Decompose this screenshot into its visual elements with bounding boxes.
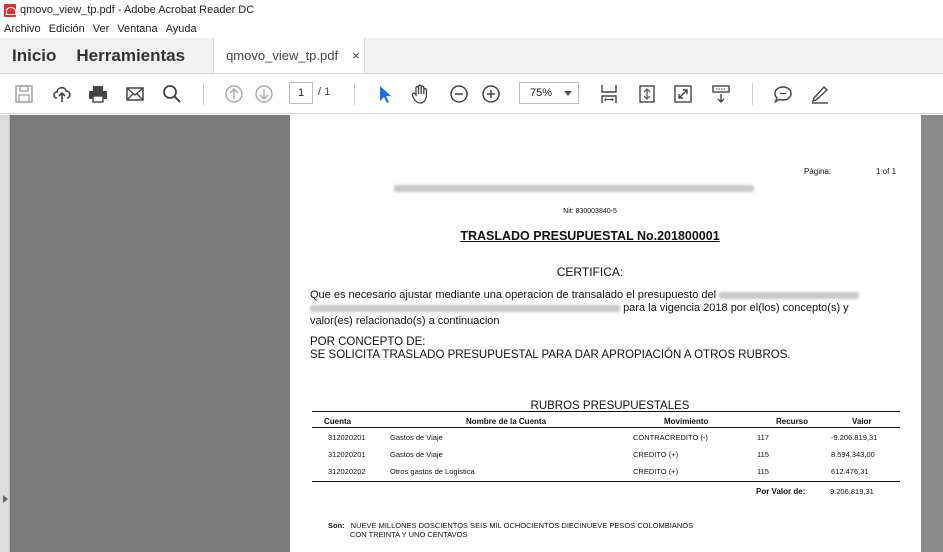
menu-edicion[interactable]: Edición [49,23,85,35]
menu-archivo[interactable]: Archivo [4,23,41,35]
window-title: qmovo_view_tp.pdf - Adobe Acrobat Reader… [20,4,255,16]
fit-width-icon[interactable] [597,82,621,106]
row-movimiento: CREDITO (+) [633,450,679,459]
row-movimiento: CREDITO (+) [633,467,679,476]
row-nombre: Gastos de Viaje [390,433,443,442]
zoom-out-icon[interactable] [447,82,471,106]
total-label: Por Valor de: [756,487,806,496]
menu-ventana[interactable]: Ventana [117,23,157,35]
comment-icon[interactable] [771,82,795,106]
table-row: 312020201 Gastos de Viaje CONTRACREDITO … [290,433,921,447]
row-recurso: 117 [757,433,769,442]
zoom-value: 75% [530,87,553,99]
page-down-icon[interactable] [252,82,276,106]
row-recurso: 115 [757,467,769,476]
concepto-text: SE SOLICITA TRASLADO PRESUPUESTAL PARA D… [310,349,791,361]
header-movimiento: Movimiento [664,417,709,426]
tab-document-label: qmovo_view_tp.pdf [226,48,339,63]
save-icon[interactable] [12,82,36,106]
redacted-company-name [394,185,754,192]
son-line-1: NUEVE MILLONES DOSCIENTOS SEIS MIL OCHOC… [350,521,694,530]
row-nombre: Otros gastos de Logistica [390,467,475,476]
right-panel-strip [921,115,943,552]
body-line-1: Que es necesario ajustar mediante una op… [310,289,717,301]
chevron-down-icon [564,91,572,96]
page-up-icon[interactable] [222,82,246,106]
fullscreen-icon[interactable] [671,82,695,106]
tab-document[interactable]: qmovo_view_tp.pdf × [213,38,366,73]
page-number-input[interactable]: 1 [289,82,313,104]
header-nombre: Nombre de la Cuenta [466,417,547,426]
menu-ayuda[interactable]: Ayuda [166,23,197,35]
print-icon[interactable] [86,82,110,106]
header-valor: Valor [852,417,872,426]
concepto-section: POR CONCEPTO DE: SE SOLICITA TRASLADO PR… [310,336,900,362]
table-header-rule [312,427,900,428]
email-icon[interactable] [123,82,147,106]
row-cuenta: 312020201 [328,450,366,459]
amount-in-words: Son: NUEVE MILLONES DOSCIENTOS SEIS MIL O… [328,521,693,539]
row-movimiento: CONTRACREDITO (-) [633,433,708,442]
row-valor: 612.476,31 [831,467,869,476]
son-label: Son: [328,521,345,530]
table-row: 312020202 Otros gastos de Logistica CRED… [290,467,921,481]
title-bar: qmovo_view_tp.pdf - Adobe Acrobat Reader… [0,0,943,20]
body-line-2: para la vigencia 2018 por el(los) concep… [623,302,849,314]
toolbar [0,74,943,114]
tab-inicio[interactable]: Inicio [0,38,66,73]
left-panel-toggle-strip[interactable] [0,115,10,552]
table-bottom-rule [312,481,900,482]
header-recurso: Recurso [776,417,809,426]
total-value: 9.206.819,31 [830,487,874,496]
tab-bar: Inicio Herramientas qmovo_view_tp.pdf × [0,38,943,74]
table-top-rule [312,411,900,412]
menu-ver[interactable]: Ver [93,23,110,35]
header-cuenta: Cuenta [324,417,352,426]
son-line-2: CON TREINTA Y UNO CENTAVOS [350,530,468,539]
body-paragraph: Que es necesario ajustar mediante una op… [310,289,900,328]
hand-icon[interactable] [408,82,432,106]
por-concepto-label: POR CONCEPTO DE: [310,336,426,348]
table-row: 312020201 Gastos de Viaje CREDITO (+) 11… [290,450,921,464]
redacted-entity-2 [310,304,620,312]
page-total-label: / 1 [318,86,331,98]
menu-bar: Archivo Edición Ver Ventana Ayuda [0,20,943,38]
row-valor: 8.594.343,00 [831,450,875,459]
row-recurso: 115 [757,450,769,459]
redacted-entity [719,291,860,299]
tab-herramientas[interactable]: Herramientas [66,38,195,73]
upload-cloud-icon[interactable] [50,82,74,106]
close-icon[interactable]: × [352,48,360,63]
certifica-heading: CERTIFICA: [556,265,624,279]
pdf-page: Página: 1 of 1 Nit: 830003840-5 TRASLADO… [290,115,921,552]
zoom-in-icon[interactable] [479,82,503,106]
row-nombre: Gastos de Viaje [390,450,443,459]
select-arrow-icon[interactable] [373,82,397,106]
chevron-right-icon[interactable] [3,495,8,503]
fit-page-icon[interactable] [635,82,659,106]
search-icon[interactable] [160,82,184,106]
document-title: TRASLADO PRESUPUESTAL No.201800001 [460,229,720,243]
pagina-label: Página: [804,167,832,176]
read-mode-icon[interactable] [709,82,733,106]
body-line-3: valor(es) relacionado(s) a continuacion [310,315,500,327]
nit-text: Nit: 830003840-5 [563,208,617,215]
acrobat-icon [4,3,16,17]
row-cuenta: 312020202 [328,467,366,476]
zoom-select[interactable]: 75% [519,82,579,104]
sign-icon[interactable] [808,82,832,106]
pagina-value: 1 of 1 [876,167,897,176]
row-cuenta: 312020201 [328,433,366,442]
row-valor: -9.206.819,31 [831,433,878,442]
